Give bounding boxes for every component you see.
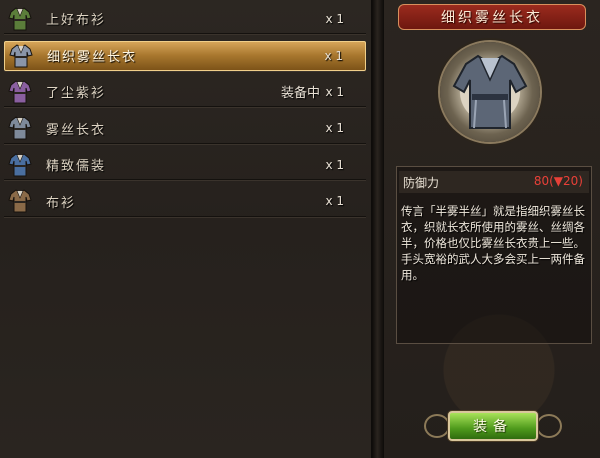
defense-value: 80(▼20) (533, 174, 583, 188)
item-quantity: x 1 (325, 121, 344, 135)
right-ornament-icon (536, 414, 562, 438)
inventory-item-row[interactable]: 雾丝长衣 x 1 (4, 114, 366, 144)
item-name: 布衫 (46, 195, 77, 211)
item-quantity: x 1 (325, 157, 344, 172)
item-name: 上好布衫 (46, 13, 107, 28)
defense-label: 防御力 (403, 176, 440, 190)
scrollbar[interactable] (372, 0, 384, 458)
equip-button[interactable]: 装备 (448, 411, 538, 441)
silver-robe-icon (9, 43, 33, 69)
item-name: 了尘紫衫 (46, 86, 107, 101)
item-list-panel: 上好布衫 x 1 细织雾丝长衣 x 1 了尘紫衫 装备中 x 1 雾丝长衣 x 1 精致儒装 x 1… (0, 0, 372, 458)
item-quantity: x 1 (325, 194, 344, 208)
green-robe-icon (8, 6, 32, 32)
brown-robe-icon (8, 188, 32, 214)
blue-robe-icon (8, 152, 32, 178)
gray-robe-icon (8, 115, 32, 141)
item-quantity: x 1 (325, 84, 344, 99)
item-title-banner: 细织雾丝长衣 (398, 4, 586, 30)
item-description: 传言「半雾半丝」就是指细织雾丝长衣，织就长衣所使用的雾丝、丝绸各半，价格也仅比雾… (401, 204, 585, 282)
item-quantity: x 1 (324, 48, 343, 63)
item-title: 细织雾丝长衣 (441, 10, 543, 26)
purple-robe-icon (8, 79, 32, 105)
item-name: 精致儒装 (46, 159, 107, 174)
item-detail-panel: 细织雾丝长衣 防御力 80(▼20) 传言「半雾半丝」就是指细织雾丝长衣，织就长… (384, 0, 600, 458)
inventory-item-row[interactable]: 了尘紫衫 装备中 x 1 (4, 77, 366, 107)
item-quantity: x 1 (325, 11, 344, 26)
inventory-item-row[interactable]: 精致儒装 x 1 (4, 150, 366, 180)
robe-icon (452, 54, 528, 129)
equip-button-label: 装备 (473, 419, 513, 435)
item-name: 细织雾丝长衣 (47, 50, 138, 65)
item-name: 雾丝长衣 (46, 122, 107, 138)
inventory-item-row[interactable]: 上好布衫 x 1 (4, 4, 366, 34)
item-portrait (440, 42, 540, 142)
left-ornament-icon (424, 414, 450, 438)
inventory-item-row[interactable]: 细织雾丝长衣 x 1 (4, 40, 366, 71)
defense-stat-row: 防御力 80(▼20) (399, 171, 589, 193)
equipped-status: 装备中 (280, 86, 320, 101)
item-stats-box: 防御力 80(▼20) 传言「半雾半丝」就是指细织雾丝长衣，织就长衣所使用的雾丝… (396, 166, 592, 344)
inventory-item-row[interactable]: 布衫 x 1 (4, 187, 366, 217)
